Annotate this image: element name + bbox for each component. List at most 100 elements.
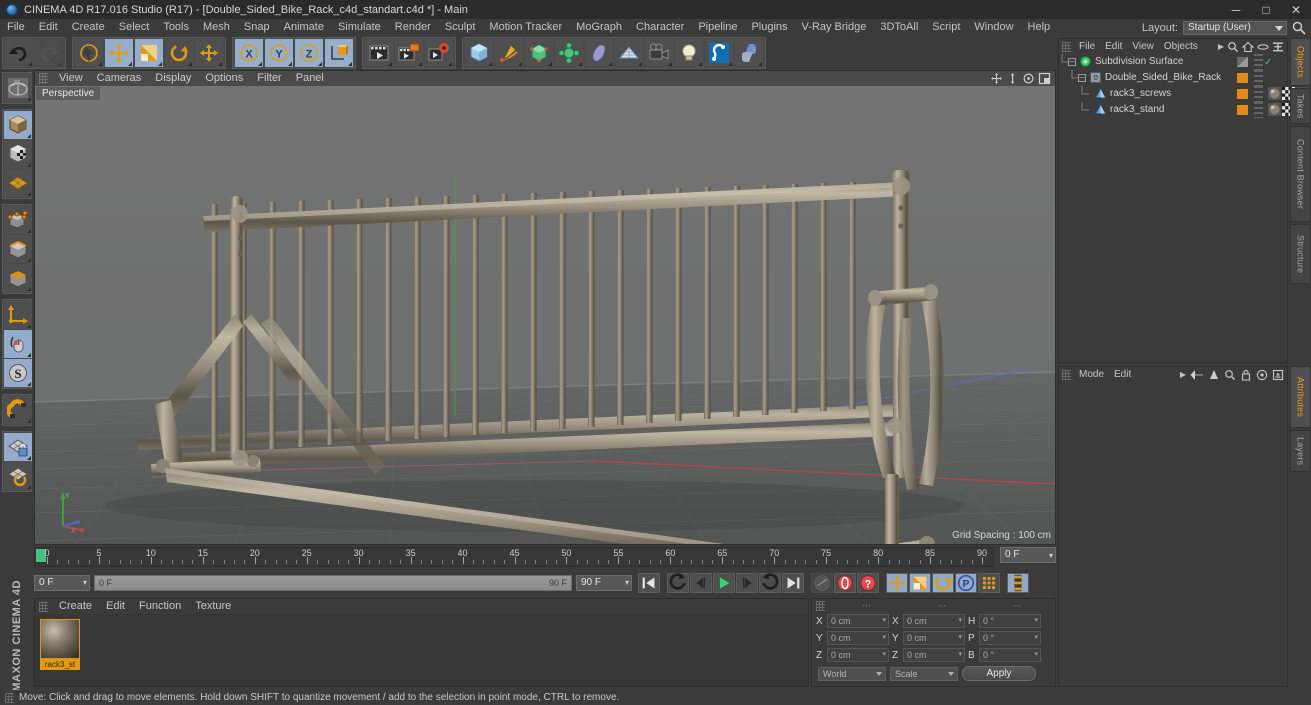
- search-icon[interactable]: [1227, 41, 1239, 53]
- light-icon[interactable]: [675, 39, 703, 67]
- flyout-corner-icon[interactable]: [128, 62, 132, 66]
- menu-item-edit[interactable]: Edit: [32, 19, 65, 36]
- object-layer-chip[interactable]: [1237, 73, 1248, 83]
- make-editable-icon[interactable]: [4, 74, 32, 102]
- up-arrow-icon[interactable]: [1208, 369, 1220, 381]
- object-layer-chip[interactable]: [1237, 89, 1248, 99]
- flyout-corner-icon[interactable]: [488, 62, 492, 66]
- menu-item-mesh[interactable]: Mesh: [196, 19, 237, 36]
- spinner-icon[interactable]: ▾: [83, 578, 87, 587]
- dock-tab-layers[interactable]: Layers: [1290, 430, 1311, 472]
- flyout-corner-icon[interactable]: [448, 62, 452, 66]
- viewport-camera-tab[interactable]: Perspective: [36, 87, 101, 100]
- spinner-icon[interactable]: ▾: [882, 632, 886, 644]
- menu-item-motion-tracker[interactable]: Motion Tracker: [482, 19, 569, 36]
- material-menu-create[interactable]: Create: [52, 599, 99, 614]
- spinner-icon[interactable]: ▾: [882, 649, 886, 661]
- flyout-corner-icon[interactable]: [638, 62, 642, 66]
- material-menu-edit[interactable]: Edit: [99, 599, 132, 614]
- cube-primitive-icon[interactable]: [465, 39, 493, 67]
- flyout-corner-icon[interactable]: [578, 62, 582, 66]
- size-field[interactable]: 0 cm ▾: [903, 631, 965, 645]
- maximize-view-icon[interactable]: [1038, 72, 1051, 85]
- check-icon[interactable]: ✓: [1264, 57, 1272, 68]
- back-arrow-icon[interactable]: [1190, 369, 1204, 381]
- material-menu-texture[interactable]: Texture: [188, 599, 238, 614]
- flyout-corner-icon[interactable]: [608, 62, 612, 66]
- menu-item-file[interactable]: File: [0, 19, 32, 36]
- preview-range-slider[interactable]: 0 F 90 F: [94, 574, 572, 591]
- chevron-right-icon[interactable]: ▶: [1180, 370, 1186, 379]
- scene-object-icon[interactable]: [585, 39, 613, 67]
- menu-item-simulate[interactable]: Simulate: [331, 19, 388, 36]
- material-chip[interactable]: rack3_st: [40, 619, 80, 671]
- object-visibility-chip[interactable]: [1237, 57, 1248, 67]
- key-parameter-icon[interactable]: P: [955, 572, 977, 593]
- flyout-corner-icon[interactable]: [758, 62, 762, 66]
- polygon-mode-icon[interactable]: [4, 264, 32, 292]
- flyout-corner-icon[interactable]: [288, 62, 292, 66]
- pan-view-icon[interactable]: [990, 72, 1003, 85]
- flyout-corner-icon[interactable]: [27, 324, 31, 328]
- flyout-corner-icon[interactable]: [27, 419, 31, 423]
- flyout-corner-icon[interactable]: [27, 97, 31, 101]
- menu-item-mograph[interactable]: MoGraph: [569, 19, 629, 36]
- material-tag-icon[interactable]: [1268, 87, 1281, 100]
- play-icon[interactable]: [713, 572, 735, 593]
- panel-grip-icon[interactable]: [1062, 41, 1071, 52]
- spline-pen-icon[interactable]: [495, 39, 523, 67]
- x-axis-icon[interactable]: X: [235, 39, 263, 67]
- material-tag-icon[interactable]: [1268, 103, 1281, 116]
- menu-item-animate[interactable]: Animate: [277, 19, 331, 36]
- viewport-menu-filter[interactable]: Filter: [250, 71, 288, 86]
- axis-mode-icon[interactable]: [4, 301, 32, 329]
- flyout-corner-icon[interactable]: [98, 62, 102, 66]
- spinner-icon[interactable]: ▾: [882, 615, 886, 627]
- undo-icon[interactable]: [5, 39, 33, 67]
- flyout-corner-icon[interactable]: [27, 456, 31, 460]
- move-alt-icon[interactable]: [195, 39, 223, 67]
- maximize-button[interactable]: □: [1251, 0, 1281, 19]
- filter-icon[interactable]: [1272, 41, 1284, 53]
- flyout-corner-icon[interactable]: [698, 62, 702, 66]
- object-layer-chip[interactable]: [1237, 105, 1248, 115]
- menu-item-3dtoall[interactable]: 3DToAll: [873, 19, 925, 36]
- render-picture-viewer-icon[interactable]: [395, 39, 423, 67]
- viewport-menu-panel[interactable]: Panel: [289, 71, 331, 86]
- search-icon[interactable]: [1224, 369, 1236, 381]
- generator-icon[interactable]: [525, 39, 553, 67]
- size-field[interactable]: 0 cm ▾: [903, 648, 965, 662]
- snap-magnet-icon[interactable]: [4, 396, 32, 424]
- z-axis-icon[interactable]: Z: [295, 39, 323, 67]
- panel-grip-icon[interactable]: [39, 601, 48, 612]
- flyout-corner-icon[interactable]: [318, 62, 322, 66]
- object-tree-row[interactable]: rack3_stand: [1059, 102, 1309, 118]
- flyout-corner-icon[interactable]: [27, 485, 31, 489]
- dock-tab-structure[interactable]: Structure: [1290, 224, 1311, 284]
- object-dots-column[interactable]: [1254, 102, 1263, 118]
- edge-mode-icon[interactable]: [4, 235, 32, 263]
- home-icon[interactable]: [1242, 41, 1254, 53]
- spinner-icon[interactable]: ▾: [1049, 549, 1053, 563]
- point-level-animation-icon[interactable]: [978, 572, 1000, 593]
- menu-item-tools[interactable]: Tools: [156, 19, 196, 36]
- record-active-objects-icon[interactable]: [834, 572, 856, 593]
- flyout-corner-icon[interactable]: [418, 62, 422, 66]
- position-field[interactable]: 0 cm ▾: [827, 631, 889, 645]
- flyout-corner-icon[interactable]: [728, 62, 732, 66]
- scale-icon[interactable]: [135, 39, 163, 67]
- autokeying-icon[interactable]: ?: [857, 572, 879, 593]
- size-field[interactable]: 0 cm ▾: [903, 614, 965, 628]
- apply-button[interactable]: Apply: [962, 666, 1036, 681]
- link-icon[interactable]: [1257, 41, 1269, 53]
- menu-item-sculpt[interactable]: Sculpt: [438, 19, 483, 36]
- tree-expander[interactable]: ─: [1068, 58, 1076, 66]
- viewport-canvas[interactable]: Grid Spacing : 100 cm Y X: [35, 86, 1055, 544]
- dolly-view-icon[interactable]: [1006, 72, 1019, 85]
- next-frame-icon[interactable]: [736, 572, 758, 593]
- spinner-icon[interactable]: ▾: [958, 615, 962, 627]
- timeline-ruler[interactable]: 0 5 10 15 20 25 30 35 40 45 50 55 60 65 70 75 80 85 90: [34, 547, 994, 567]
- spinner-icon[interactable]: ▾: [1034, 632, 1038, 644]
- python-icon[interactable]: [735, 39, 763, 67]
- flyout-corner-icon[interactable]: [27, 382, 31, 386]
